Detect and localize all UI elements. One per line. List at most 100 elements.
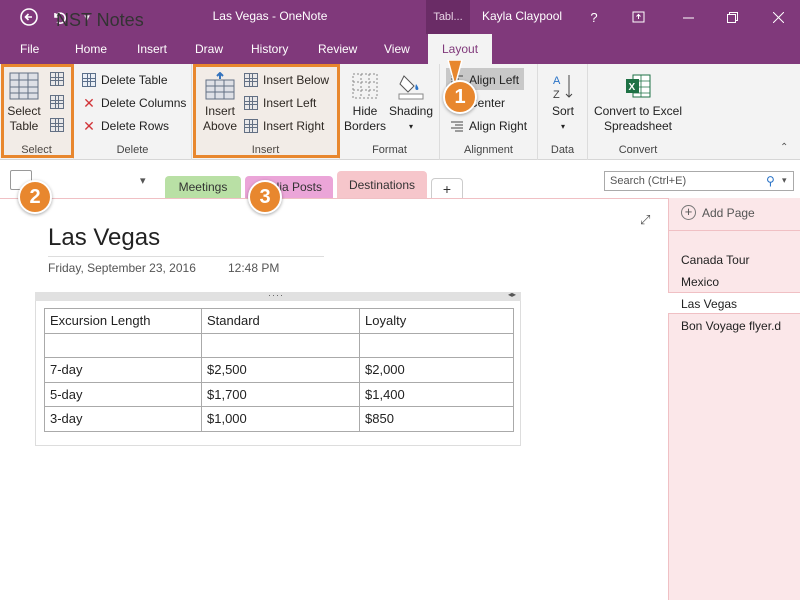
table-cell[interactable]: 5-day — [44, 381, 202, 407]
table-header-row: Excursion Length Standard Loyalty — [44, 308, 514, 334]
collapse-ribbon-icon[interactable]: ⌃ — [780, 142, 788, 153]
table-row — [44, 332, 514, 358]
help-button[interactable]: ? — [572, 0, 616, 34]
delete-columns-icon: ✕ — [83, 95, 95, 111]
table-cell[interactable]: $1,700 — [201, 381, 360, 407]
search-scope-dropdown-icon[interactable]: ▾ — [782, 175, 787, 186]
delete-table-label: Delete Table — [101, 73, 168, 87]
add-page-icon: + — [681, 205, 696, 220]
ribbon-display-icon[interactable] — [616, 0, 660, 34]
table-header-cell[interactable]: Standard — [201, 308, 360, 334]
table-cell[interactable]: 7-day — [44, 357, 202, 383]
tab-insert[interactable]: Insert — [137, 42, 167, 56]
sort-button[interactable]: AZ Sort ▾ — [542, 72, 584, 134]
add-page-label: Add Page — [702, 205, 755, 220]
tab-home[interactable]: Home — [75, 42, 107, 56]
select-group-highlight — [1, 64, 74, 158]
table-cell[interactable]: 3-day — [44, 406, 202, 432]
page-item-las-vegas[interactable]: Las Vegas — [668, 292, 800, 314]
group-label-alignment: Alignment — [464, 144, 513, 156]
excursion-table: Excursion Length Standard Loyalty 7-day … — [44, 308, 514, 432]
sort-dropdown-icon: ▾ — [560, 122, 565, 131]
group-convert: X Convert to Excel Spreadsheet Convert — [588, 64, 688, 160]
hide-borders-icon — [352, 73, 378, 99]
table-cell[interactable] — [201, 332, 360, 358]
align-left-label: Align Left — [469, 73, 520, 87]
user-name[interactable]: Kayla Claypool — [482, 9, 562, 23]
restore-icon[interactable] — [710, 0, 754, 34]
table-cell[interactable]: $2,500 — [201, 357, 360, 383]
convert-to-excel-button[interactable]: X Convert to Excel Spreadsheet — [590, 72, 686, 134]
resize-handle-icon[interactable]: ◂▸ — [508, 290, 516, 299]
align-right-icon — [450, 119, 464, 133]
add-section-button[interactable]: + — [431, 178, 463, 198]
ribbon-tabs: File Home Insert Draw History Review Vie… — [0, 34, 800, 64]
delete-columns-button[interactable]: ✕ Delete Columns — [82, 93, 186, 113]
minimize-icon[interactable] — [666, 0, 710, 34]
shading-button[interactable]: Shading ▾ — [388, 72, 434, 134]
delete-table-icon — [82, 73, 96, 87]
delete-table-button[interactable]: Delete Table — [82, 70, 168, 90]
ribbon: Select Table Select Delete Table ✕ Delet… — [0, 64, 800, 160]
group-format: Hide Borders Shading ▾ Format — [340, 64, 440, 160]
delete-rows-icon: ✕ — [83, 118, 95, 134]
table-cell[interactable]: $2,000 — [359, 357, 514, 383]
section-tab-meetings[interactable]: Meetings — [165, 176, 241, 198]
table-cell[interactable]: $850 — [359, 406, 514, 432]
tab-view[interactable]: View — [384, 42, 410, 56]
search-icon[interactable]: ⚲ — [766, 174, 775, 188]
table-cell[interactable]: $1,000 — [201, 406, 360, 432]
group-delete: Delete Table ✕ Delete Columns ✕ Delete R… — [74, 64, 192, 160]
delete-columns-label: Delete Columns — [101, 96, 187, 110]
callout-badge-2: 2 — [18, 180, 52, 214]
page-title[interactable]: Las Vegas — [48, 224, 160, 252]
page-item-canada-tour[interactable]: Canada Tour — [668, 249, 800, 271]
hide-borders-label: Hide Borders — [343, 104, 387, 133]
align-right-button[interactable]: Align Right — [450, 116, 527, 136]
add-page-button[interactable]: + Add Page — [681, 205, 755, 220]
excel-icon: X — [626, 74, 651, 98]
page-date: Friday, September 23, 2016 — [48, 261, 196, 275]
delete-rows-label: Delete Rows — [101, 119, 170, 133]
tab-history[interactable]: History — [251, 42, 288, 56]
group-label-convert: Convert — [618, 144, 658, 156]
table-row: 3-day $1,000 $850 — [44, 406, 514, 432]
table-cell[interactable] — [44, 332, 202, 358]
paint-bucket-icon — [398, 75, 424, 100]
page-item-mexico[interactable]: Mexico — [668, 271, 800, 293]
notebook-name[interactable]: NST Notes — [56, 10, 144, 31]
callout-badge-3: 3 — [248, 180, 282, 214]
tab-file[interactable]: File — [20, 42, 39, 56]
svg-text:A: A — [553, 75, 561, 87]
table-cell[interactable]: $1,400 — [359, 381, 514, 407]
convert-to-excel-label: Convert to Excel Spreadsheet — [593, 104, 683, 133]
sort-label: Sort — [551, 104, 574, 118]
group-label-delete: Delete — [116, 144, 149, 156]
page-item-bon-voyage[interactable]: Bon Voyage flyer.d — [668, 315, 800, 337]
group-label-format: Format — [372, 144, 407, 156]
sort-az-icon: AZ — [553, 75, 573, 101]
expand-icon[interactable]: ⤢ — [640, 212, 650, 228]
align-right-label: Align Right — [469, 119, 528, 133]
close-icon[interactable] — [756, 0, 800, 34]
section-tab-destinations[interactable]: Destinations — [337, 171, 427, 199]
callout-badge-1: 1 — [443, 80, 477, 114]
svg-text:Z: Z — [553, 89, 560, 100]
contextual-tab-label: Tabl... — [426, 0, 470, 34]
insert-group-highlight — [193, 64, 340, 158]
svg-text:X: X — [629, 82, 636, 93]
delete-rows-button[interactable]: ✕ Delete Rows — [82, 116, 169, 136]
hide-borders-button[interactable]: Hide Borders — [342, 72, 388, 134]
table-cell[interactable] — [359, 332, 514, 358]
tab-draw[interactable]: Draw — [195, 42, 223, 56]
group-data: AZ Sort ▾ Data — [538, 64, 588, 160]
table-row: 5-day $1,700 $1,400 — [44, 381, 514, 407]
page-time: 12:48 PM — [228, 261, 280, 275]
group-label-data: Data — [550, 144, 575, 156]
tab-review[interactable]: Review — [318, 42, 357, 56]
pages-divider — [668, 230, 800, 231]
notebook-dropdown-icon[interactable]: ▾ — [140, 174, 146, 187]
table-header-cell[interactable]: Excursion Length — [44, 308, 202, 334]
table-header-cell[interactable]: Loyalty — [359, 308, 514, 334]
drag-handle-icon[interactable]: ···· — [268, 290, 284, 300]
